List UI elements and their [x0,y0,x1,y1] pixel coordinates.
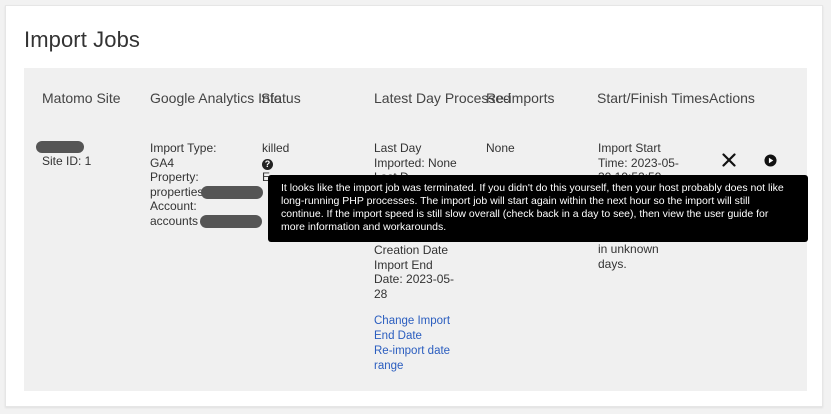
latest-line: Import End [374,257,433,272]
times-line: in unknown [598,242,659,256]
page-title: Import Jobs [24,27,141,52]
site-name-redacted [36,139,91,154]
link-text[interactable]: End Date [374,329,450,344]
site-cell: Site ID: 1 [36,139,91,168]
link-text[interactable]: range [374,359,450,374]
change-import-end-date-link[interactable]: Change Import End Date [374,314,450,344]
play-circle-icon[interactable] [763,153,777,167]
reimports-cell: None [486,141,515,155]
latest-day-cell-continued: Creation Date Import End Date: 2023-05- … [374,243,454,301]
resume-import-button[interactable] [760,150,780,170]
redaction [36,140,84,153]
latest-line: Creation Date [374,243,449,257]
link-text[interactable]: Re-import date [374,344,450,359]
close-icon[interactable] [722,153,736,167]
ga-info-cell: Import Type: GA4 Property: properties Ac… [150,141,268,228]
header-matomo-site: Matomo Site [42,90,121,106]
status-help[interactable]: ? [262,156,289,171]
latest-line: Last Day [374,141,422,155]
times-cell-continued: in unknown days. [598,242,659,271]
header-status: Status [261,90,301,106]
status-value: killed [262,141,290,155]
property-label: Property: [150,170,199,184]
times-line: Import Start [598,141,661,155]
redaction [201,185,264,199]
site-id: Site ID: 1 [42,153,92,168]
times-line: Time: 2023-05- [598,155,679,170]
latest-line: Date: 2023-05- [374,272,455,286]
import-type-value: GA4 [150,155,175,170]
import-type-label: Import Type: [150,141,217,155]
row-links: Change Import End Date Re-import date ra… [374,314,450,374]
property-row: properties [150,185,268,200]
link-text[interactable]: Change Import [374,314,450,329]
account-prefix: accounts [150,213,199,228]
latest-line: 28 [374,286,388,301]
times-line: days. [598,256,627,271]
delete-import-button[interactable] [719,150,739,170]
latest-line: Imported: None [374,155,457,170]
property-prefix: properties [150,184,204,199]
redaction [200,214,263,228]
account-label: Account: [150,199,197,213]
account-row: accounts [150,214,268,229]
header-start-finish-times: Start/Finish Times [597,90,710,106]
status-tooltip: It looks like the import job was termina… [268,175,808,242]
reimport-date-range-link[interactable]: Re-import date range [374,344,450,374]
header-re-imports: Re-imports [486,90,555,106]
question-circle-icon[interactable]: ? [262,158,273,170]
header-actions: Actions [709,90,755,106]
